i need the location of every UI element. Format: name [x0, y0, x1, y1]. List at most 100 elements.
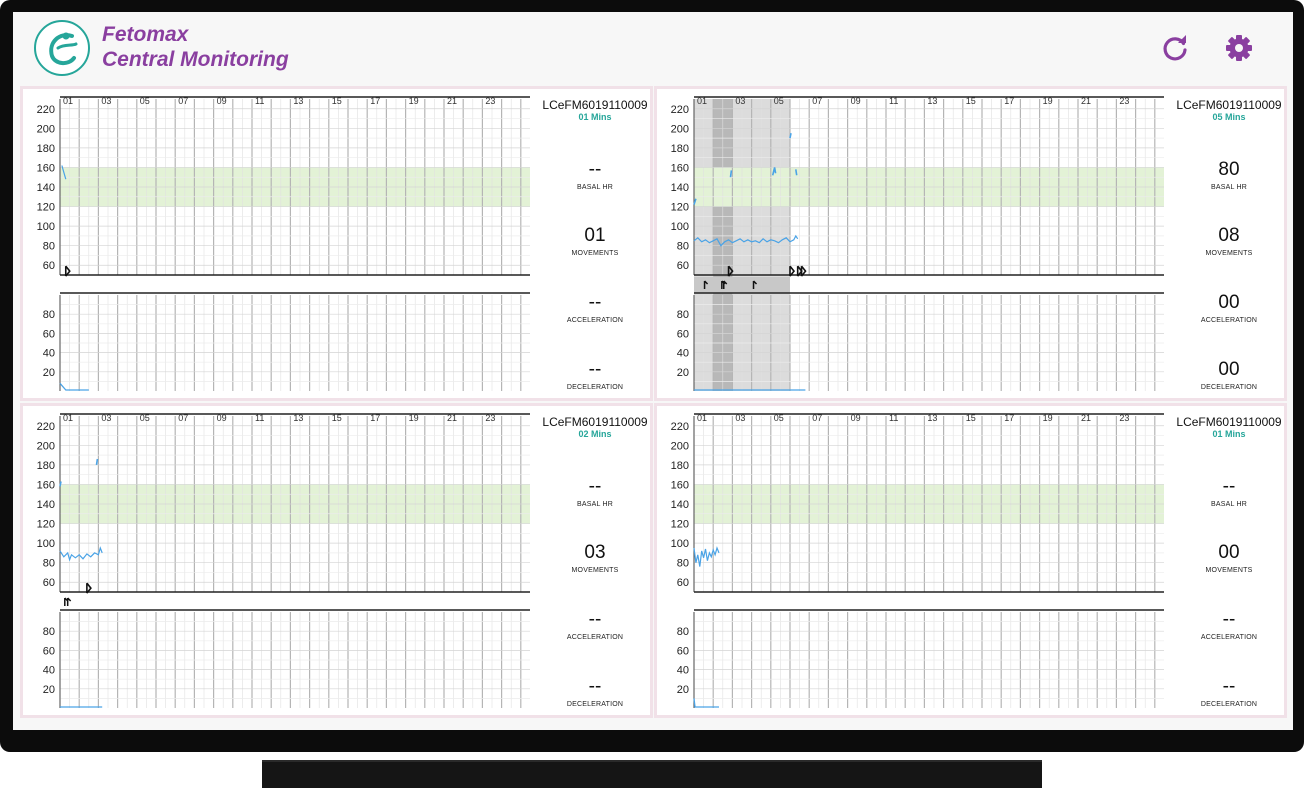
device-id: LCeFM6019110009 — [1176, 415, 1282, 429]
event-marker — [66, 597, 72, 606]
hour-tick-label: 07 — [812, 96, 822, 106]
deceleration-value: -- — [588, 359, 602, 380]
hour-tick-label: 13 — [927, 96, 937, 106]
fhr-tick-label: 100 — [671, 221, 689, 233]
deceleration-value: -- — [1222, 676, 1236, 697]
toco-trace — [59, 382, 89, 391]
basal-hr-label: BASAL HR — [577, 501, 613, 508]
deceleration-value: -- — [588, 676, 602, 697]
fhr-tick-label: 220 — [37, 421, 55, 433]
fhr-tick-label: 80 — [677, 558, 689, 570]
fhr-tick-label: 220 — [671, 421, 689, 433]
hour-tick-label: 21 — [1081, 413, 1091, 423]
acceleration-label: ACCELERATION — [1200, 317, 1258, 324]
toco-tick-label: 20 — [677, 684, 689, 696]
hour-tick-label: 09 — [851, 96, 861, 106]
fhr-tick-label: 60 — [43, 577, 55, 589]
hour-tick-label: 03 — [735, 96, 745, 106]
fhr-tick-label: 80 — [43, 241, 55, 253]
hour-tick-label: 11 — [255, 96, 264, 106]
movements-label: MOVEMENTS — [1205, 250, 1253, 257]
fhr-tick-label: 80 — [43, 558, 55, 570]
hour-tick-label: 17 — [1004, 96, 1014, 106]
fhr-tick-label: 60 — [43, 260, 55, 272]
monitor-panel[interactable]: 01 03 05 07 09 11 13 15 17 19 21 23 220 200 180 160 140 1… — [654, 86, 1287, 401]
hour-tick-label: 01 — [697, 413, 707, 423]
toco-tick-label: 80 — [43, 309, 55, 321]
monitor-stand — [262, 760, 1042, 788]
app-title: Fetomax Central Monitoring — [102, 22, 289, 72]
hour-tick-label: 23 — [485, 413, 495, 423]
fhr-trace-segment — [729, 170, 733, 178]
hour-tick-label: 09 — [217, 96, 227, 106]
acceleration-value: -- — [588, 292, 602, 313]
hour-tick-label: 11 — [889, 96, 898, 106]
toco-tick-label: 40 — [43, 348, 55, 360]
fhr-tick-label: 140 — [671, 499, 689, 511]
acceleration-label: ACCELERATION — [566, 317, 624, 324]
fhr-tick-label: 180 — [671, 460, 689, 472]
device-id: LCeFM6019110009 — [542, 415, 648, 429]
gear-icon — [1226, 35, 1252, 61]
basal-hr-label: BASAL HR — [1211, 184, 1247, 191]
fhr-tick-label: 120 — [671, 519, 689, 531]
movements-value: 01 — [584, 225, 606, 246]
hour-tick-label: 11 — [255, 413, 264, 423]
fhr-tick-label: 200 — [671, 123, 689, 135]
fetomax-logo — [34, 20, 90, 76]
elapsed-time: 05 Mins — [1212, 112, 1246, 122]
fhr-tick-label: 220 — [671, 104, 689, 116]
acceleration-value: -- — [1222, 609, 1236, 630]
hour-tick-label: 07 — [178, 96, 188, 106]
hour-tick-label: 19 — [409, 96, 419, 106]
monitor-panel[interactable]: 01 03 05 07 09 11 13 15 17 19 21 23 220 200 180 160 140 1… — [20, 86, 653, 401]
toco-tick-label: 40 — [677, 665, 689, 677]
deceleration-label: DECELERATION — [1200, 701, 1258, 708]
refresh-button[interactable] — [1159, 32, 1191, 64]
hour-tick-label: 03 — [735, 413, 745, 423]
ctg-chart: 01 03 05 07 09 11 13 15 17 19 21 23 220 200 180 160 140 1… — [671, 96, 1164, 391]
basal-hr-label: BASAL HR — [577, 184, 613, 191]
fhr-tick-label: 160 — [671, 479, 689, 491]
movements-label: MOVEMENTS — [571, 250, 619, 257]
fhr-tick-label: 120 — [37, 519, 55, 531]
hour-tick-label: 23 — [1119, 413, 1129, 423]
toco-tick-label: 60 — [677, 328, 689, 340]
hour-tick-label: 17 — [1004, 413, 1014, 423]
hour-tick-label: 09 — [851, 413, 861, 423]
monitor-info: LCeFM6019110009 02 Mins -- BASAL HR 03 M… — [533, 406, 657, 715]
toco-tick-label: 40 — [677, 348, 689, 360]
device-id: LCeFM6019110009 — [542, 98, 648, 112]
acceleration-value: -- — [588, 609, 602, 630]
deceleration-value: 00 — [1218, 359, 1240, 380]
elapsed-time: 01 Mins — [1212, 429, 1246, 439]
hour-tick-label: 17 — [370, 413, 380, 423]
settings-button[interactable] — [1223, 32, 1255, 64]
ctg-chart: 01 03 05 07 09 11 13 15 17 19 21 23 220 200 180 160 140 1… — [37, 413, 530, 708]
acceleration-label: ACCELERATION — [1200, 634, 1258, 641]
fhr-tick-label: 60 — [677, 577, 689, 589]
chart-grid — [59, 416, 530, 708]
fhr-tick-label: 200 — [37, 440, 55, 452]
app-header: Fetomax Central Monitoring — [13, 12, 1293, 84]
toco-tick-label: 60 — [43, 645, 55, 657]
hour-tick-label: 15 — [332, 96, 342, 106]
app-title-subtitle: Central Monitoring — [102, 48, 289, 71]
fhr-tick-label: 120 — [37, 202, 55, 214]
hour-tick-label: 21 — [447, 96, 457, 106]
deceleration-label: DECELERATION — [566, 384, 624, 391]
monitor-panel[interactable]: 01 03 05 07 09 11 13 15 17 19 21 23 220 200 180 160 140 1… — [654, 403, 1287, 718]
fhr-tick-label: 160 — [37, 162, 55, 174]
toco-tick-label: 80 — [677, 626, 689, 638]
hour-tick-label: 03 — [101, 96, 111, 106]
ctg-chart: 01 03 05 07 09 11 13 15 17 19 21 23 220 200 180 160 140 1… — [37, 96, 530, 391]
fhr-tick-label: 60 — [677, 260, 689, 272]
fhr-tick-label: 140 — [37, 182, 55, 194]
hour-tick-label: 19 — [1043, 413, 1053, 423]
basal-hr-label: BASAL HR — [1211, 501, 1247, 508]
fhr-trace-segment — [789, 133, 792, 139]
hour-tick-label: 05 — [774, 413, 784, 423]
fhr-tick-label: 220 — [37, 104, 55, 116]
toco-tick-label: 60 — [43, 328, 55, 340]
monitor-panel[interactable]: 01 03 05 07 09 11 13 15 17 19 21 23 220 200 180 160 140 1… — [20, 403, 653, 718]
